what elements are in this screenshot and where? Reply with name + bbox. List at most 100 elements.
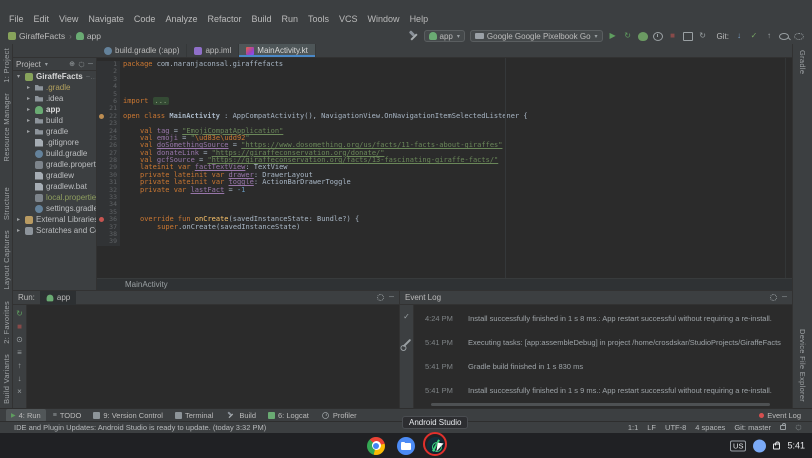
sync-project-button[interactable]: ↻ (698, 31, 708, 41)
tree-item-gradlew[interactable]: gradlew (13, 170, 96, 181)
files-icon[interactable] (397, 437, 415, 455)
tool-stripe-structure[interactable]: Structure (2, 187, 11, 220)
menu-refactor[interactable]: Refactor (202, 13, 246, 25)
git-update-button[interactable]: ↓ (734, 31, 744, 41)
hide-panel-icon[interactable]: ─ (88, 61, 93, 68)
project-view-selector[interactable]: Project (16, 60, 41, 69)
menu-edit[interactable]: Edit (29, 13, 55, 25)
menu-navigate[interactable]: Navigate (83, 13, 129, 25)
tab-build-gradle-app[interactable]: build.gradle (:app) (97, 44, 187, 57)
status-utf-8[interactable]: UTF-8 (665, 423, 686, 432)
pin-tab-button[interactable]: ⊙ (15, 335, 25, 345)
clear-button[interactable]: × (15, 387, 25, 397)
editor[interactable]: 1package com.naranjaconsal.giraffefacts2… (97, 58, 792, 290)
menu-build[interactable]: Build (246, 13, 276, 25)
tree-item-settings-gradle[interactable]: settings.gradle (13, 203, 96, 214)
horizontal-scrollbar[interactable] (431, 403, 770, 406)
toolwindow-button-6-logcat[interactable]: 6: Logcat (263, 409, 314, 422)
filter-icon[interactable]: ✓ (402, 312, 412, 322)
chrome-icon[interactable] (367, 437, 385, 455)
scroll-down-button[interactable]: ↓ (15, 374, 25, 384)
menu-tools[interactable]: Tools (303, 13, 334, 25)
rerun-button[interactable]: ↻ (15, 309, 25, 319)
toolwindow-button-profiler[interactable]: Profiler (316, 409, 362, 422)
tree-item-build[interactable]: ▸build (13, 115, 96, 126)
hide-panel-icon[interactable]: ─ (782, 294, 787, 301)
git-push-button[interactable]: ↑ (764, 31, 774, 41)
tree-item-scratches-and-consoles[interactable]: ▸Scratches and Consoles (13, 225, 96, 236)
editor-scrollbar[interactable] (785, 58, 792, 278)
tab-app-iml[interactable]: app.iml (187, 44, 239, 57)
settings-gear-icon[interactable] (794, 33, 804, 40)
breadcrumb-app[interactable]: app (76, 31, 101, 41)
menu-view[interactable]: View (54, 13, 83, 25)
readonly-lock-icon[interactable] (780, 425, 786, 430)
event-log-settings-icon[interactable] (770, 294, 777, 301)
run-config-selector[interactable]: app ▾ (424, 30, 465, 42)
menu-vcs[interactable]: VCS (334, 13, 363, 25)
toolwindow-button-terminal[interactable]: Terminal (170, 409, 218, 422)
settings-button[interactable]: ≡ (15, 348, 25, 358)
status-lf[interactable]: LF (647, 423, 656, 432)
status-gear-icon[interactable] (796, 425, 802, 431)
apply-changes-button[interactable]: ↻ (623, 31, 633, 41)
tree-item-build-gradle[interactable]: build.gradle (13, 148, 96, 159)
status-4-spaces[interactable]: 4 spaces (695, 423, 725, 432)
device-selector[interactable]: Google Google Pixelbook Go ▾ (470, 30, 603, 42)
status-message[interactable]: IDE and Plugin Updates: Android Studio i… (14, 423, 266, 432)
status-1-1[interactable]: 1:1 (628, 423, 638, 432)
system-tray[interactable]: US 5:41 (730, 439, 805, 452)
tool-stripe-layout-captures[interactable]: Layout Captures (2, 230, 11, 290)
tree-item-giraffefacts[interactable]: ▾GiraffeFacts~/StudioProjects/GiraffeFac… (13, 71, 96, 82)
keyboard-layout-badge[interactable]: US (730, 440, 746, 451)
menu-analyze[interactable]: Analyze (160, 13, 202, 25)
device-manager-button[interactable] (683, 32, 693, 41)
menu-help[interactable]: Help (405, 13, 434, 25)
tree-item-local-properties[interactable]: local.properties (13, 192, 96, 203)
tree-item-app[interactable]: ▸app (13, 104, 96, 115)
tool-stripe-gradle[interactable]: Gradle (798, 50, 807, 74)
toolwindow-button-event-log[interactable]: Event Log (754, 410, 806, 421)
toolwindow-button-todo[interactable]: ≡TODO (48, 409, 87, 422)
status-git-master[interactable]: Git: master (734, 423, 771, 432)
menu-window[interactable]: Window (363, 13, 405, 25)
toolwindow-button-build[interactable]: Build (220, 409, 261, 422)
toolwindow-button-9-version-control[interactable]: 9: Version Control (88, 409, 168, 422)
tree-item-gitignore[interactable]: .gitignore (13, 137, 96, 148)
build-hammer-icon[interactable] (408, 31, 419, 42)
tab-mainactivity-kt[interactable]: MainActivity.kt (239, 44, 316, 57)
stop-button[interactable]: ■ (15, 322, 25, 332)
code-area[interactable]: 1package com.naranjaconsal.giraffefacts2… (97, 58, 792, 278)
tool-stripe-2-favorites[interactable]: 2: Favorites (2, 301, 11, 344)
git-commit-button[interactable]: ✓ (749, 31, 759, 41)
tree-item-external-libraries[interactable]: ▸External Libraries (13, 214, 96, 225)
expand-all-icon[interactable]: ⊕ (69, 60, 75, 68)
run-button[interactable]: ▶ (608, 31, 618, 41)
menu-code[interactable]: Code (129, 13, 161, 25)
clock[interactable]: 5:41 (787, 441, 805, 451)
tree-item-idea[interactable]: ▸.idea (13, 93, 96, 104)
panel-settings-icon[interactable] (79, 61, 85, 67)
run-tab-app[interactable]: app (40, 291, 76, 305)
toolwindow-button-4-run[interactable]: ▶4: Run (6, 409, 46, 422)
tree-item-gradle[interactable]: ▸.gradle (13, 82, 96, 93)
debug-button[interactable] (638, 32, 648, 41)
breadcrumb-class[interactable]: MainActivity (125, 280, 168, 289)
scroll-up-button[interactable]: ↑ (15, 361, 25, 371)
menu-file[interactable]: File (4, 13, 29, 25)
profile-button[interactable] (653, 32, 663, 41)
tree-item-gradle[interactable]: ▸gradle (13, 126, 96, 137)
tool-stripe-1-project[interactable]: 1: Project (2, 48, 11, 83)
tool-stripe-resource-manager[interactable]: Resource Manager (2, 93, 11, 162)
avatar[interactable] (753, 439, 766, 452)
stop-button[interactable]: ■ (668, 31, 678, 41)
breadcrumb-giraffefacts[interactable]: GiraffeFacts (8, 31, 65, 41)
tree-item-gradle-properties[interactable]: gradle.properties (13, 159, 96, 170)
run-settings-icon[interactable] (377, 294, 384, 301)
settings-wrench-icon[interactable] (402, 339, 410, 347)
tool-stripe-build-variants[interactable]: Build Variants (2, 354, 11, 404)
search-icon[interactable] (779, 33, 789, 40)
hide-panel-icon[interactable]: ─ (389, 294, 394, 301)
tool-stripe-device-file-explorer[interactable]: Device File Explorer (798, 329, 807, 402)
menu-run[interactable]: Run (277, 13, 304, 25)
